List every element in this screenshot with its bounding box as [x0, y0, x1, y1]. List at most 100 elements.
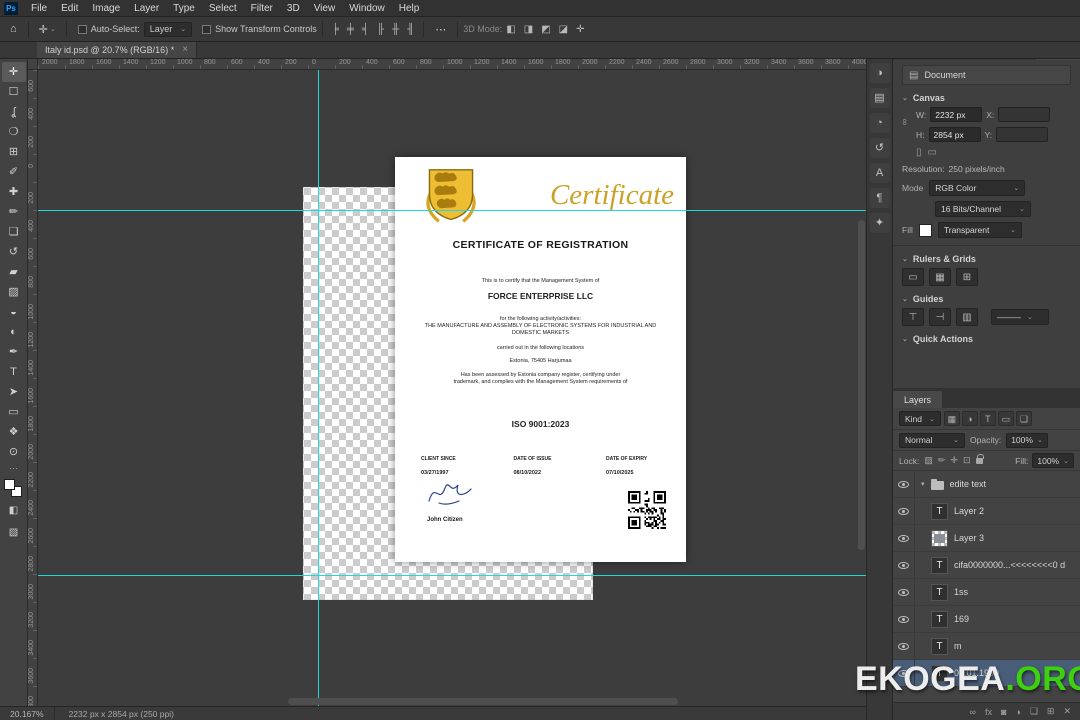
photoshop-logo-icon[interactable]: Ps	[4, 2, 18, 15]
path-selection-tool[interactable]: ➤	[2, 382, 26, 402]
libraries-panel-icon[interactable]: ▤	[870, 88, 890, 108]
guides-icon-2[interactable]: ▥	[956, 308, 978, 326]
menu-item-type[interactable]: Type	[166, 0, 202, 17]
menu-item-image[interactable]: Image	[85, 0, 127, 17]
menu-item-select[interactable]: Select	[202, 0, 244, 17]
home-icon[interactable]: ⌂	[4, 23, 23, 35]
glyphs-panel-icon[interactable]: ✦	[870, 213, 890, 233]
ruler-origin-corner[interactable]	[28, 59, 38, 70]
zoom-level-field[interactable]: 20.167%	[0, 707, 55, 720]
menu-item-layer[interactable]: Layer	[127, 0, 166, 17]
align-distribute-icon-0[interactable]: ╞	[328, 24, 343, 35]
portrait-orientation-icon[interactable]: ▯	[916, 147, 922, 158]
threed-mode-icon-2[interactable]: ◩	[537, 24, 554, 35]
history-panel-icon[interactable]: ↺	[870, 138, 890, 158]
layer-row-3[interactable]: Tcifa0000000...<<<<<<<<0 d	[893, 552, 1080, 579]
spot-healing-tool[interactable]: ✚	[2, 182, 26, 202]
rulers-grid-icon-1[interactable]: ▦	[929, 268, 951, 286]
guides-section-header[interactable]: ⌄ Guides	[902, 294, 1071, 304]
layer-fill-select[interactable]: 100% ⌄	[1032, 453, 1074, 468]
threed-mode-icon-4[interactable]: ✛	[572, 24, 588, 35]
visibility-toggle[interactable]	[893, 498, 915, 524]
layer-filter-icon-1[interactable]: ◑	[962, 411, 978, 426]
guide-line-style-select[interactable]: ———⌄	[991, 309, 1049, 325]
move-tool[interactable]: ✛	[2, 62, 26, 82]
link-dimensions-icon[interactable]: ∞	[900, 119, 910, 125]
zoom-tool[interactable]: ⊙	[2, 442, 26, 462]
visibility-toggle[interactable]	[893, 606, 915, 632]
vertical-scrollbar[interactable]	[858, 220, 865, 550]
dodge-tool[interactable]: ◐	[2, 322, 26, 342]
threed-mode-icon-0[interactable]: ◧	[502, 24, 519, 35]
rulers-grids-section-header[interactable]: ⌄ Rulers & Grids	[902, 254, 1071, 264]
height-field[interactable]: 2854 px	[929, 127, 981, 142]
menu-item-help[interactable]: Help	[392, 0, 427, 17]
layer-row-5[interactable]: T169	[893, 606, 1080, 633]
opacity-select[interactable]: 100% ⌄	[1006, 433, 1048, 448]
rectangular-marquee-tool[interactable]: ☐	[2, 82, 26, 102]
quick-actions-section-header[interactable]: ⌄ Quick Actions	[902, 334, 1071, 344]
color-panel-icon[interactable]: ◑	[870, 63, 890, 83]
gradient-tool[interactable]: ▨	[2, 282, 26, 302]
vertical-ruler[interactable]: 6004002000200400600800100012001400160018…	[28, 70, 38, 706]
foreground-color[interactable]	[4, 479, 15, 490]
guide-horizontal-1[interactable]	[38, 210, 866, 211]
layer-row-6[interactable]: Tm	[893, 633, 1080, 660]
lock-option-icon-2[interactable]: ✛	[949, 455, 959, 466]
link-layers-icon[interactable]: ∞	[970, 707, 976, 717]
menu-item-3d[interactable]: 3D	[280, 0, 307, 17]
menu-item-filter[interactable]: Filter	[244, 0, 280, 17]
hand-tool[interactable]: ❖	[2, 422, 26, 442]
new-layer-icon[interactable]: ⊞	[1047, 706, 1055, 717]
rectangle-tool[interactable]: ▭	[2, 402, 26, 422]
current-tool-icon[interactable]: ✛ ⌄	[34, 23, 61, 36]
type-tool[interactable]: T	[2, 362, 26, 382]
pen-tool[interactable]: ✒	[2, 342, 26, 362]
align-distribute-icon-1[interactable]: ╪	[343, 24, 358, 35]
fill-swatch[interactable]	[919, 224, 932, 237]
menu-item-window[interactable]: Window	[342, 0, 392, 17]
menu-item-file[interactable]: File	[24, 0, 54, 17]
auto-select-checkbox[interactable]	[78, 25, 87, 34]
history-brush-tool[interactable]: ↺	[2, 242, 26, 262]
show-transform-checkbox[interactable]	[202, 25, 211, 34]
align-distribute-icon-5[interactable]: ╢	[403, 24, 418, 35]
document-properties-row[interactable]: ▤ Document	[902, 65, 1071, 85]
layer-row-1[interactable]: TLayer 2	[893, 498, 1080, 525]
new-group-icon[interactable]: ❏	[1030, 706, 1038, 717]
adjustment-layer-icon[interactable]: ◑	[1015, 707, 1020, 717]
rulers-grid-icon-2[interactable]: ⊞	[956, 268, 978, 286]
layer-row-4[interactable]: T1ss	[893, 579, 1080, 606]
lasso-tool[interactable]: ʆ	[2, 102, 26, 122]
tab-layers[interactable]: Layers	[893, 391, 942, 408]
landscape-orientation-icon[interactable]: ▭	[928, 147, 937, 158]
rulers-grid-icon-0[interactable]: ▭	[902, 268, 924, 286]
bit-depth-select[interactable]: 16 Bits/Channel ⌄	[935, 201, 1031, 217]
character-panel-icon[interactable]: A	[870, 163, 890, 183]
more-tools-icon[interactable]: ⋯	[2, 462, 26, 476]
color-mode-select[interactable]: RGB Color ⌄	[929, 180, 1025, 196]
visibility-toggle[interactable]	[893, 525, 915, 551]
width-field[interactable]: 2232 px	[930, 107, 982, 122]
guide-horizontal-2[interactable]	[38, 575, 866, 576]
document-canvas[interactable]: Certificate CERTIFICATE OF REGISTRATION …	[38, 70, 866, 706]
screen-mode-icon[interactable]: ▧	[2, 523, 26, 543]
layer-filter-icon-4[interactable]: ❏	[1016, 411, 1032, 426]
certificate-document[interactable]: Certificate CERTIFICATE OF REGISTRATION …	[395, 157, 686, 562]
menu-item-view[interactable]: View	[307, 0, 343, 17]
blur-tool[interactable]: ◒	[2, 302, 26, 322]
layer-row-2[interactable]: Layer 3	[893, 525, 1080, 552]
canvas-section-header[interactable]: ⌄ Canvas	[902, 93, 1071, 103]
align-distribute-icon-2[interactable]: ╡	[358, 24, 373, 35]
layer-filter-kind-select[interactable]: Kind ⌄	[899, 411, 941, 426]
guides-icon-0[interactable]: ⊤	[902, 308, 924, 326]
close-icon[interactable]: ×	[182, 44, 188, 55]
fill-select[interactable]: Transparent ⌄	[938, 222, 1022, 238]
visibility-toggle[interactable]	[893, 552, 915, 578]
quick-mask-icon[interactable]: ◧	[2, 501, 26, 521]
eyedropper-tool[interactable]: ✐	[2, 162, 26, 182]
lock-option-icon-0[interactable]: ▨	[923, 455, 934, 466]
lock-option-icon-1[interactable]: ✏	[937, 455, 947, 466]
lock-option-icon-3[interactable]: ⊡	[962, 455, 972, 466]
adjustments-panel-icon[interactable]: ◔	[870, 113, 890, 133]
